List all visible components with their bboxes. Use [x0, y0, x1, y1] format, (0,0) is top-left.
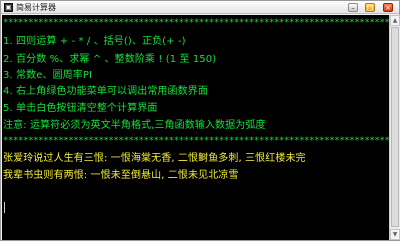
input-cursor: [4, 202, 5, 213]
usage-note: 注意: 运算符必须为英文半角格式,三角函数输入数据为弧度: [3, 120, 266, 131]
arrow-up-icon[interactable]: ▲: [390, 15, 400, 26]
poem-line-2: 我辈书虫则有两恨: 一恨未至倒悬山, 二恨未见北凉雪: [3, 170, 239, 181]
poem-line-1: 张爱玲说过人生有三恨: 一恨海棠无香, 二恨鲥鱼多刺, 三恨红楼未完: [3, 153, 306, 164]
menu-line-3: 3. 常数e、圆周率PI: [3, 70, 93, 81]
menu-line-4: 4. 右上角绿色功能菜单可以调出常用函数界面: [3, 86, 208, 97]
menu-line-1: 1. 四则运算 + - * / 、括号()、正负(+ -): [3, 36, 186, 47]
window-title: 简易计算器: [16, 3, 56, 12]
vertical-scrollbar[interactable]: ▲ ▼: [389, 15, 400, 240]
separator-top: ****************************************…: [3, 18, 389, 28]
app-icon: ▣: [4, 3, 13, 12]
close-button[interactable]: ×: [383, 3, 393, 12]
title-bar[interactable]: ▣ 简易计算器 – □ ×: [1, 1, 399, 14]
calculator-window: ▣ 简易计算器 – □ × **************************…: [0, 0, 400, 241]
arrow-down-icon[interactable]: ▼: [390, 229, 400, 240]
menu-line-5: 5. 单击白色按钮清空整个计算界面: [3, 103, 158, 114]
separator-bottom: ****************************************…: [3, 136, 389, 146]
scrollbar-thumb[interactable]: [391, 27, 399, 227]
minimize-button[interactable]: –: [348, 3, 358, 12]
menu-line-2: 2. 百分数 %、求幂 ^ 、整数阶乘 ! (1 至 150): [3, 54, 217, 65]
console-output[interactable]: ****************************************…: [2, 15, 389, 240]
maximize-button[interactable]: □: [365, 3, 375, 12]
